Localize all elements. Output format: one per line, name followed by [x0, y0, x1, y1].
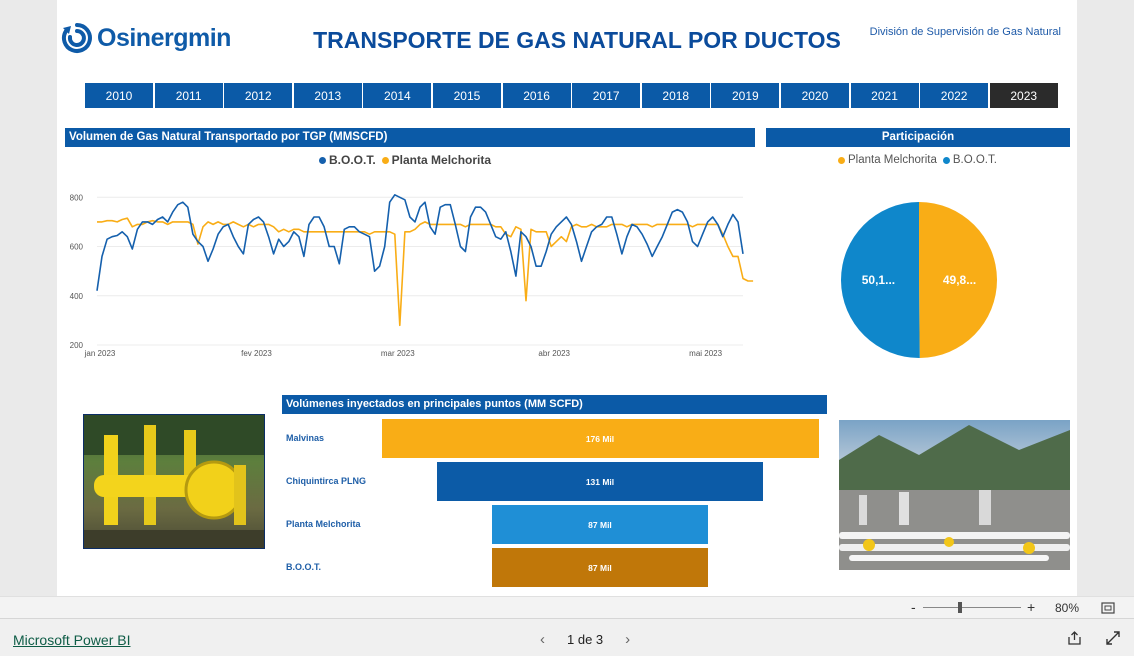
report-canvas: Osinergmin TRANSPORTE DE GAS NATURAL POR…	[57, 0, 1077, 596]
funnel-category-label: Malvinas	[286, 433, 325, 443]
fit-to-page-icon[interactable]	[1101, 602, 1115, 614]
pie-legend-melchorita-marker	[838, 156, 845, 164]
legend-boot-label: B.O.O.T.	[329, 153, 376, 167]
line-xtick-label: fev 2023	[241, 349, 272, 358]
line-ytick-label: 400	[70, 292, 84, 301]
gas-plant-photo	[839, 420, 1070, 570]
next-page-button[interactable]: ›	[625, 631, 630, 648]
year-button-2017[interactable]: 2017	[572, 83, 641, 108]
line-ytick-label: 600	[70, 243, 84, 252]
line-xtick-label: jan 2023	[84, 349, 116, 358]
year-button-2010[interactable]: 2010	[85, 83, 153, 108]
zoom-in-button[interactable]: +	[1027, 599, 1035, 615]
share-icon[interactable]	[1067, 631, 1082, 645]
fullscreen-icon[interactable]	[1106, 631, 1120, 645]
year-slicer: 2010 2011 2012 2013 2014 2015 2016 2017 2018 2019…	[85, 83, 1059, 108]
prev-page-button[interactable]: ‹	[540, 631, 545, 648]
line-ytick-label: 200	[70, 341, 84, 350]
line-ytick-label: 800	[70, 193, 84, 202]
zoom-level: 80%	[1055, 601, 1080, 615]
year-button-2020[interactable]: 2020	[780, 83, 849, 108]
series-line-melchorita[interactable]	[97, 217, 754, 327]
legend-boot-marker	[319, 156, 326, 164]
year-button-2012[interactable]: 2012	[224, 83, 293, 108]
year-button-2016[interactable]: 2016	[502, 83, 571, 108]
funnel-bar[interactable]: 131 Mil	[437, 462, 763, 501]
year-button-2022[interactable]: 2022	[920, 83, 989, 108]
funnel-category-label: Chiquintirca PLNG	[286, 476, 367, 486]
year-button-2018[interactable]: 2018	[641, 83, 710, 108]
year-button-2023[interactable]: 2023	[989, 83, 1058, 108]
pie-chart[interactable]: 49,8... 50,1...	[837, 198, 1001, 362]
funnel-bar[interactable]: 176 Mil	[381, 419, 819, 458]
year-button-2021[interactable]: 2021	[850, 83, 919, 108]
funnel-category-label: B.O.O.T.	[286, 562, 322, 572]
pie-slice-label: 50,1...	[862, 273, 895, 287]
page-indicator: 1 de 3	[567, 632, 604, 647]
line-chart-header: Volumen de Gas Natural Transportado por …	[65, 128, 755, 147]
powerbi-link[interactable]: Microsoft Power BI	[13, 632, 130, 648]
pie-legend-melchorita-label: Planta Melchorita	[848, 154, 937, 166]
year-button-2011[interactable]: 2011	[154, 83, 223, 108]
zoom-bar: - + 80%	[0, 596, 1134, 619]
zoom-slider-track[interactable]	[923, 607, 1021, 608]
yellow-pipes-photo	[83, 414, 265, 549]
page-navigator: ‹ 1 de 3 ›	[540, 631, 630, 648]
line-chart-legend: B.O.O.T. Planta Melchorita	[319, 153, 491, 167]
division-label: División de Supervisión de Gas Natural	[869, 26, 1061, 38]
line-xtick-label: mar 2023	[381, 349, 415, 358]
funnel-header: Volúmenes inyectados en principales punt…	[282, 395, 827, 414]
series-line-boot[interactable]	[96, 194, 744, 291]
line-chart[interactable]: 200 400 600 800 jan 2023 fev 2023 mar 2023 abr …	[65, 185, 755, 365]
funnel-category-label: Planta Melchorita	[286, 519, 361, 529]
line-xtick-label: abr 2023	[538, 349, 570, 358]
yellow-pipes-illustration	[84, 415, 264, 548]
funnel-bar[interactable]: 87 Mil	[491, 505, 708, 544]
powerbi-footer: Microsoft Power BI ‹ 1 de 3 ›	[0, 618, 1134, 656]
line-xtick-label: mai 2023	[689, 349, 722, 358]
year-button-2014[interactable]: 2014	[363, 83, 432, 108]
pie-legend: Planta Melchorita B.O.O.T.	[838, 154, 997, 166]
pie-legend-boot-label: B.O.O.T.	[952, 154, 997, 166]
year-button-2013[interactable]: 2013	[293, 83, 362, 108]
year-button-2015[interactable]: 2015	[432, 83, 501, 108]
gas-plant-illustration	[839, 425, 1070, 570]
funnel-bar[interactable]: 87 Mil	[491, 548, 708, 587]
year-button-2019[interactable]: 2019	[711, 83, 780, 108]
zoom-slider-thumb[interactable]	[958, 602, 962, 613]
pie-chart-header: Participación	[766, 128, 1070, 147]
pie-legend-boot-marker	[942, 156, 950, 164]
zoom-out-button[interactable]: -	[911, 599, 916, 615]
pie-slice-label: 49,8...	[943, 273, 976, 287]
legend-melchorita-marker	[381, 156, 389, 164]
legend-melchorita-label: Planta Melchorita	[391, 153, 492, 167]
